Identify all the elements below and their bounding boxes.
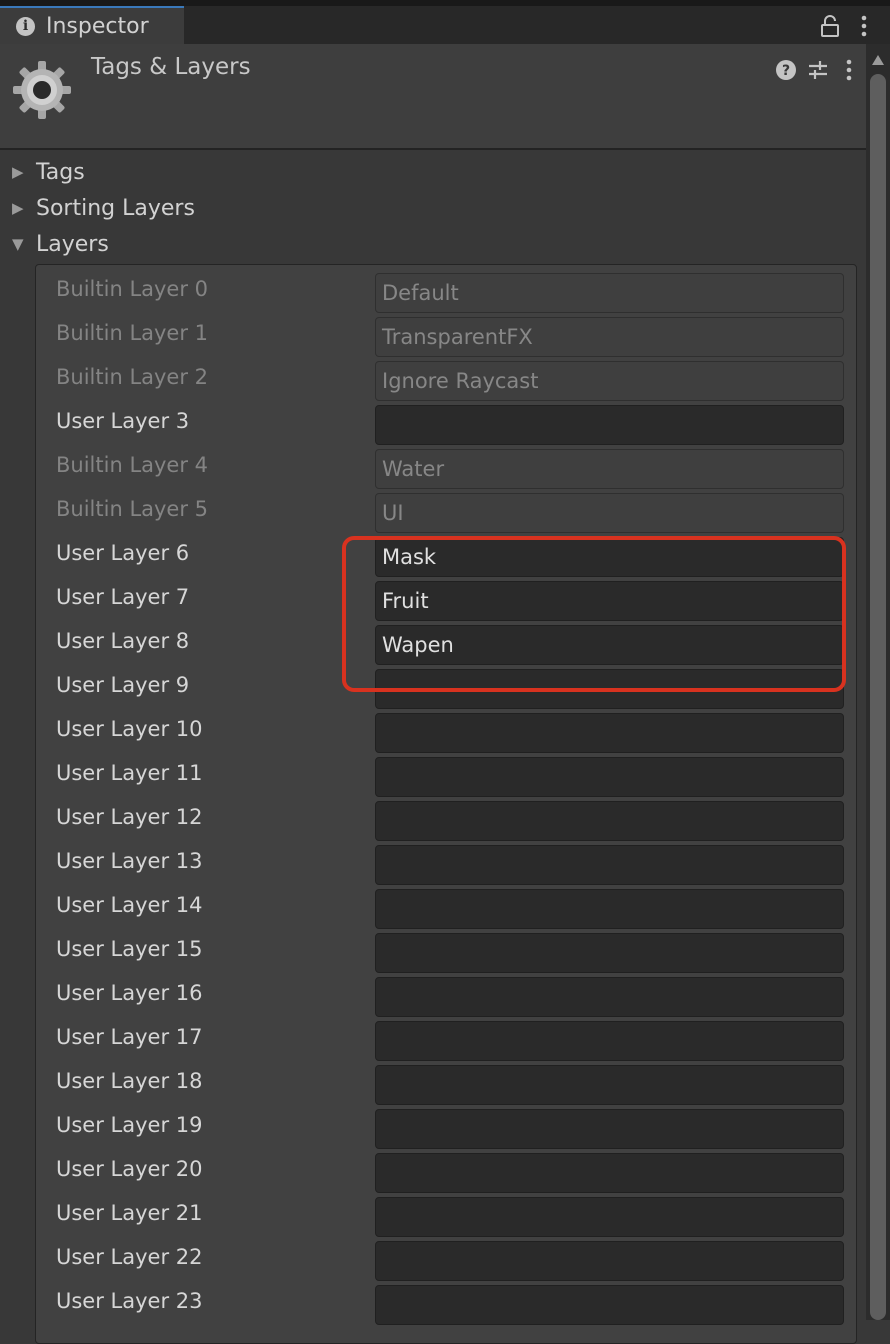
foldout-tags-label: Tags (36, 160, 85, 185)
layer-row: User Layer 17 (56, 1016, 846, 1061)
layer-row: User Layer 23 (56, 1280, 846, 1325)
layer-name-field[interactable] (375, 801, 844, 841)
layer-name-field: TransparentFX (375, 317, 844, 357)
layer-row: User Layer 13 (56, 840, 846, 885)
triangle-down-icon: ▼ (12, 235, 24, 253)
layer-name-field: Default (375, 273, 844, 313)
layer-label: User Layer 16 (56, 981, 203, 1005)
layer-label: User Layer 7 (56, 585, 190, 609)
foldout-tags[interactable]: ▶ Tags (12, 160, 85, 185)
layer-name-field[interactable] (375, 1197, 844, 1237)
layer-label: Builtin Layer 5 (56, 497, 209, 521)
layer-name-field[interactable] (375, 405, 844, 445)
layer-label: User Layer 15 (56, 937, 203, 961)
layer-name-field[interactable] (375, 933, 844, 973)
info-icon: i (16, 17, 35, 36)
layer-label: User Layer 14 (56, 893, 203, 917)
layer-name-field: Water (375, 449, 844, 489)
layer-row: Builtin Layer 4 Water (56, 444, 846, 489)
layer-row: Builtin Layer 0 Default (56, 268, 846, 313)
layer-label: User Layer 19 (56, 1113, 203, 1137)
layer-label: User Layer 13 (56, 849, 203, 873)
layer-row: User Layer 18 (56, 1060, 846, 1105)
foldout-sorting-layers-label: Sorting Layers (36, 196, 195, 221)
layer-row: User Layer 9 (56, 664, 846, 709)
tab-title: Inspector (46, 14, 149, 39)
layer-row: User Layer 21 (56, 1192, 846, 1237)
layer-label: User Layer 9 (56, 673, 190, 697)
scrollbar-thumb[interactable] (870, 74, 886, 1320)
tab-inspector[interactable]: i Inspector (0, 6, 184, 44)
foldout-layers[interactable]: ▼ Layers (12, 232, 109, 257)
layer-label: User Layer 20 (56, 1157, 203, 1181)
help-icon[interactable]: ? (775, 59, 797, 81)
layer-row: Builtin Layer 5 UI (56, 488, 846, 533)
svg-text:?: ? (782, 63, 790, 79)
layer-label: Builtin Layer 0 (56, 277, 209, 301)
layer-row: User Layer 11 (56, 752, 846, 797)
layer-label: User Layer 17 (56, 1025, 203, 1049)
layer-name-field[interactable]: Wapen (375, 625, 844, 665)
layer-name-field[interactable]: Mask (375, 537, 844, 577)
layer-name-field[interactable] (375, 669, 844, 709)
layer-label: User Layer 3 (56, 409, 190, 433)
presets-sliders-icon[interactable] (807, 59, 829, 81)
layer-row: User Layer 22 (56, 1236, 846, 1281)
layer-row: User Layer 20 (56, 1148, 846, 1193)
layer-name-field[interactable] (375, 889, 844, 929)
header-divider (0, 148, 866, 150)
lock-icon[interactable] (818, 14, 842, 38)
layer-name-field[interactable] (375, 713, 844, 753)
kebab-menu-icon[interactable] (855, 14, 873, 38)
layer-label: Builtin Layer 4 (56, 453, 209, 477)
layer-row: User Layer 10 (56, 708, 846, 753)
layer-row: User Layer 6 Mask (56, 532, 846, 577)
layer-label: User Layer 22 (56, 1245, 203, 1269)
layer-label: User Layer 11 (56, 761, 203, 785)
layer-row: User Layer 3 (56, 400, 846, 445)
layer-name-field[interactable] (375, 1285, 844, 1325)
layer-label: User Layer 21 (56, 1201, 203, 1225)
triangle-right-icon: ▶ (12, 163, 24, 181)
tab-bar: i Inspector (0, 6, 890, 44)
foldout-layers-label: Layers (36, 232, 109, 257)
layer-row: Builtin Layer 2 Ignore Raycast (56, 356, 846, 401)
layer-label: User Layer 6 (56, 541, 190, 565)
layer-name-field: Ignore Raycast (375, 361, 844, 401)
layer-label: User Layer 8 (56, 629, 190, 653)
layer-name-field[interactable] (375, 1065, 844, 1105)
layer-row: User Layer 12 (56, 796, 846, 841)
scroll-up-arrow-icon[interactable] (871, 54, 885, 66)
layer-name-field[interactable] (375, 1109, 844, 1149)
layer-name-field[interactable] (375, 845, 844, 885)
layer-name-field[interactable] (375, 1021, 844, 1061)
layer-name-field: UI (375, 493, 844, 533)
triangle-right-icon: ▶ (12, 199, 24, 217)
layer-row: User Layer 7 Fruit (56, 576, 846, 621)
layer-row: User Layer 16 (56, 972, 846, 1017)
header-title: Tags & Layers (91, 54, 251, 80)
layer-name-field[interactable] (375, 1241, 844, 1281)
layer-row: User Layer 19 (56, 1104, 846, 1149)
layer-label: Builtin Layer 1 (56, 321, 209, 345)
kebab-menu-icon[interactable] (840, 58, 858, 82)
layer-label: Builtin Layer 2 (56, 365, 209, 389)
layer-name-field[interactable] (375, 1153, 844, 1193)
layer-name-field[interactable] (375, 977, 844, 1017)
layer-row: User Layer 8 Wapen (56, 620, 846, 665)
layer-row: User Layer 14 (56, 884, 846, 929)
layer-row: Builtin Layer 1 TransparentFX (56, 312, 846, 357)
layer-name-field[interactable] (375, 757, 844, 797)
foldout-sorting-layers[interactable]: ▶ Sorting Layers (12, 196, 195, 221)
layer-label: User Layer 10 (56, 717, 203, 741)
layer-row: User Layer 15 (56, 928, 846, 973)
gear-icon (13, 61, 71, 119)
layer-name-field[interactable]: Fruit (375, 581, 844, 621)
layer-label: User Layer 18 (56, 1069, 203, 1093)
layer-label: User Layer 23 (56, 1289, 203, 1313)
layer-label: User Layer 12 (56, 805, 203, 829)
